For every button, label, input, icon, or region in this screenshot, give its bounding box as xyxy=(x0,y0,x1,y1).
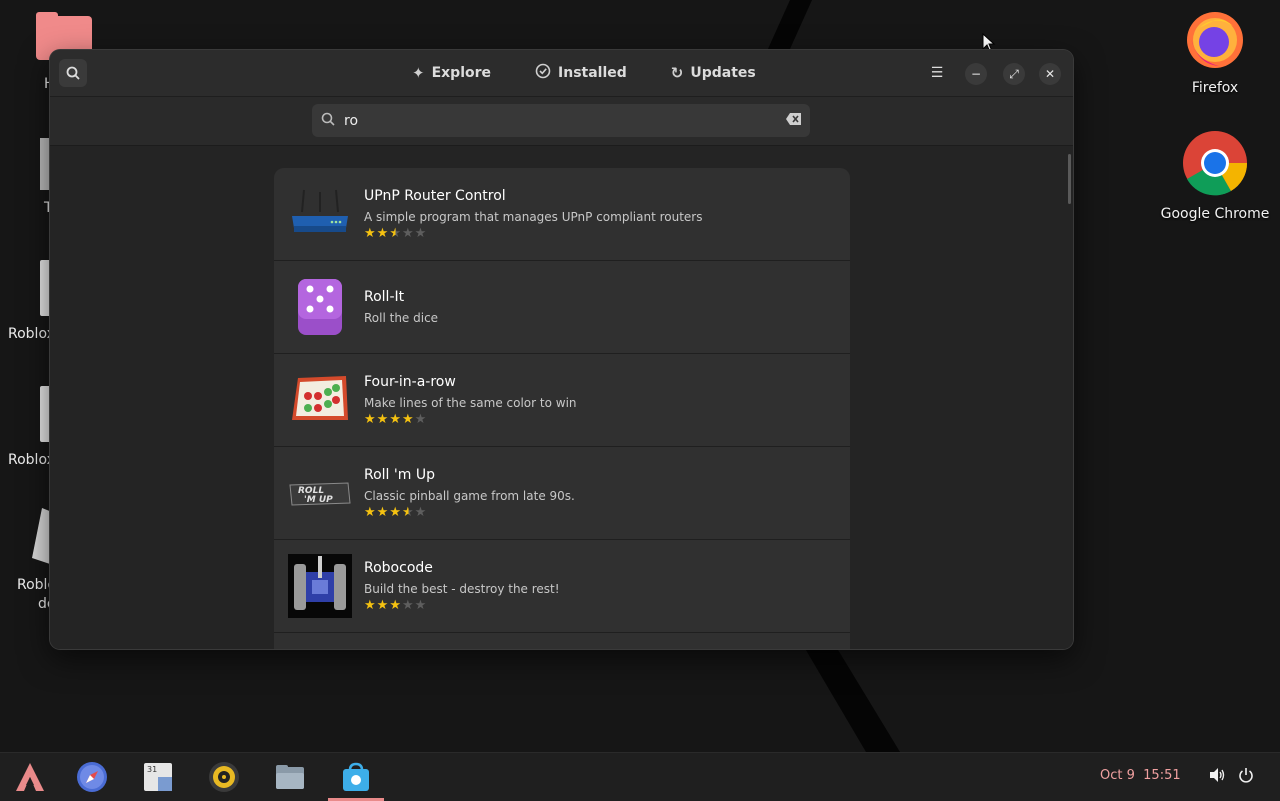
search-results-list: UPnP Router Control A simple program tha… xyxy=(274,168,850,649)
web-browser-icon[interactable] xyxy=(76,761,108,793)
app-row-partial[interactable] xyxy=(274,633,850,649)
taskbar: 31 Oct 9 15:51 xyxy=(0,752,1280,801)
close-icon: ✕ xyxy=(1044,67,1056,81)
view-switcher: ✦ Explore Installed ↻ Updates xyxy=(390,50,778,96)
app-name: Roll 'm Up xyxy=(364,467,435,483)
clock-time: 15:51 xyxy=(1143,768,1181,783)
files-icon[interactable] xyxy=(274,761,306,793)
tab-explore[interactable]: ✦ Explore xyxy=(390,50,513,96)
explore-icon: ✦ xyxy=(412,64,425,82)
launcher-icon[interactable] xyxy=(14,761,46,793)
search-input[interactable] xyxy=(342,109,766,133)
clear-search-icon[interactable] xyxy=(785,111,803,129)
app-description: Build the best - destroy the rest! xyxy=(364,582,560,596)
rating-stars: ★★★★★ xyxy=(364,598,427,613)
app-description: Classic pinball game from late 90s. xyxy=(364,489,575,503)
tab-label: Updates xyxy=(690,65,756,81)
header-bar: ✦ Explore Installed ↻ Updates ☰ − ⤢ ✕ xyxy=(50,50,1073,97)
software-window: ✦ Explore Installed ↻ Updates ☰ − ⤢ ✕ ro… xyxy=(50,50,1073,649)
firefox-icon xyxy=(1187,12,1243,68)
app-row-robocode[interactable]: Robocode Build the best - destroy the re… xyxy=(274,540,850,633)
rating-stars: ★★★★★ xyxy=(364,412,427,427)
minimize-button[interactable]: − xyxy=(965,63,987,85)
star-icon: ★ xyxy=(414,505,428,520)
star-icon: ★ xyxy=(414,226,428,241)
app-row-roll-m-up[interactable]: ROLL 'M UP Roll 'm Up Classic pinball ga… xyxy=(274,447,850,540)
app-row-upnp-router-control[interactable]: UPnP Router Control A simple program tha… xyxy=(274,168,850,261)
hamburger-menu-icon: ☰ xyxy=(930,65,944,81)
star-icon: ★ xyxy=(401,598,415,613)
star-icon: ★ xyxy=(389,505,402,520)
app-name: UPnP Router Control xyxy=(364,188,506,204)
desktop-icon-firefox[interactable]: Firefox xyxy=(1160,8,1270,96)
star-icon: ★ xyxy=(414,598,428,613)
tab-label: Explore xyxy=(431,65,492,81)
four-in-a-row-icon xyxy=(292,376,348,420)
star-icon: ★ xyxy=(389,598,402,613)
maximize-button[interactable]: ⤢ xyxy=(1003,63,1025,85)
pinball-icon: ROLL 'M UP xyxy=(289,482,351,506)
app-name: Roll-It xyxy=(364,289,405,305)
maximize-icon: ⤢ xyxy=(1009,66,1019,81)
star-icon: ★ xyxy=(389,226,402,241)
star-icon: ★ xyxy=(401,412,415,427)
robocode-icon xyxy=(288,554,352,618)
app-name: Robocode xyxy=(364,560,433,576)
software-store-icon[interactable] xyxy=(340,761,372,793)
tab-installed[interactable]: Installed xyxy=(513,50,649,96)
calendar-icon[interactable]: 31 xyxy=(142,761,174,793)
star-icon: ★ xyxy=(364,598,377,613)
search-bar xyxy=(50,97,1073,146)
app-row-four-in-a-row[interactable]: Four-in-a-row Make lines of the same col… xyxy=(274,354,850,447)
dice-icon xyxy=(298,279,342,335)
star-icon: ★ xyxy=(389,412,402,427)
star-icon: ★ xyxy=(414,412,428,427)
star-icon: ★ xyxy=(401,226,415,241)
file-icon[interactable] xyxy=(32,508,52,568)
star-icon: ★ xyxy=(364,505,377,520)
clock[interactable]: Oct 9 15:51 xyxy=(1100,768,1181,783)
desktop-icon-chrome[interactable]: Google Chrome xyxy=(1160,130,1270,222)
star-icon: ★ xyxy=(376,598,390,613)
music-player-icon[interactable] xyxy=(208,761,240,793)
router-icon xyxy=(292,189,348,232)
rating-stars: ★★★★★ xyxy=(364,505,427,520)
app-description: A simple program that manages UPnP compl… xyxy=(364,210,703,224)
desktop-label-left-3: Roblox xyxy=(8,452,55,468)
search-entry[interactable] xyxy=(312,104,810,137)
clock-date: Oct 9 xyxy=(1100,768,1135,783)
star-icon: ★ xyxy=(401,505,415,520)
search-toggle-button[interactable] xyxy=(59,59,87,87)
app-name: Four-in-a-row xyxy=(364,374,456,390)
chrome-icon xyxy=(1183,131,1248,196)
installed-check-icon xyxy=(535,63,551,83)
scrollbar[interactable] xyxy=(1068,154,1071,204)
rating-stars: ★★★★★ xyxy=(364,226,427,241)
power-icon[interactable] xyxy=(1238,767,1254,787)
updates-refresh-icon: ↻ xyxy=(670,64,684,82)
app-description: Make lines of the same color to win xyxy=(364,396,577,410)
search-icon xyxy=(321,112,335,130)
search-icon xyxy=(66,66,80,80)
star-icon: ★ xyxy=(364,226,377,241)
desktop-icon-label: Firefox xyxy=(1191,80,1239,96)
svg-text:'M UP: 'M UP xyxy=(304,495,333,505)
calendar-day: 31 xyxy=(147,765,157,774)
desktop-icon-label: Google Chrome xyxy=(1160,206,1270,222)
volume-icon[interactable] xyxy=(1209,767,1225,787)
desktop-label-left-2: Roblox xyxy=(8,326,55,342)
star-icon: ★ xyxy=(376,412,390,427)
app-description: Roll the dice xyxy=(364,311,439,325)
search-results-area: UPnP Router Control A simple program tha… xyxy=(50,146,1073,649)
tab-label: Installed xyxy=(558,65,627,81)
app-row-roll-it[interactable]: Roll-It Roll the dice xyxy=(274,261,850,354)
minimize-icon: − xyxy=(970,67,982,81)
tab-updates[interactable]: ↻ Updates xyxy=(649,50,778,96)
main-menu-button[interactable]: ☰ xyxy=(923,59,951,87)
star-icon: ★ xyxy=(376,226,390,241)
star-icon: ★ xyxy=(364,412,377,427)
close-button[interactable]: ✕ xyxy=(1039,63,1061,85)
star-icon: ★ xyxy=(376,505,390,520)
